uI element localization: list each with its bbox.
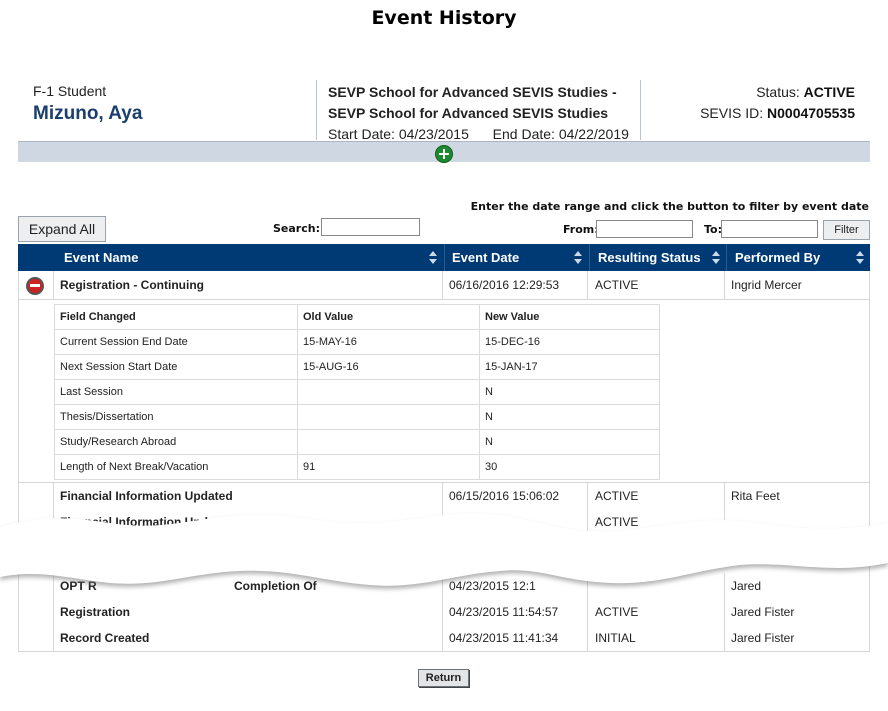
torn-page-break: [0, 513, 888, 589]
student-name: Mizuno, Aya: [33, 103, 143, 124]
to-label: To:: [704, 223, 722, 236]
table-row[interactable]: Record Created 04/23/2015 11:41:34 INITI…: [18, 625, 870, 652]
col-performed-by[interactable]: Performed By: [735, 244, 820, 271]
start-date: 04/23/2015: [398, 126, 469, 142]
to-date-input[interactable]: [721, 220, 818, 238]
school-info: SEVP School for Advanced SEVIS Studies -…: [328, 82, 629, 145]
field-change-row: Thesis/Dissertation N: [54, 404, 660, 430]
sevis-id-label: SEVIS ID:: [700, 105, 768, 121]
col-resulting-status[interactable]: Resulting Status: [598, 244, 701, 271]
field-name: Study/Research Abroad: [54, 429, 298, 455]
sort-arrows-icon[interactable]: [712, 251, 720, 265]
search-label: Search:: [273, 222, 320, 235]
event-date: 04/23/2015 11:41:34: [449, 631, 559, 645]
from-date-input[interactable]: [596, 220, 693, 238]
remove-circle-icon[interactable]: [26, 277, 44, 295]
field-name: Thesis/Dissertation: [54, 404, 298, 430]
col-event-date[interactable]: Event Date: [452, 244, 519, 271]
end-date-label: End Date:: [492, 126, 559, 142]
table-header: Event Name Event Date Resulting Status P…: [18, 244, 870, 271]
field-name: Current Session End Date: [54, 329, 298, 355]
sort-arrows-icon[interactable]: [429, 251, 437, 265]
col-field-changed: Field Changed: [54, 304, 298, 330]
new-value: 30: [479, 454, 660, 480]
field-changes-table: Field Changed Old Value New Value Curren…: [54, 304, 660, 480]
event-name: Registration - Continuing: [60, 278, 204, 292]
field-change-row: Next Session Start Date 15-AUG-16 15-JAN…: [54, 354, 660, 380]
event-date: 06/16/2016 12:29:53: [449, 278, 560, 292]
old-value: [297, 429, 480, 455]
performed-by: Jared Fister: [731, 631, 795, 645]
school-name-line1: SEVP School for Advanced SEVIS Studies -: [328, 84, 617, 100]
expand-all-button[interactable]: Expand All: [18, 216, 106, 242]
field-changes-header: Field Changed Old Value New Value: [54, 304, 660, 330]
old-value: 15-AUG-16: [297, 354, 480, 380]
from-label: From:: [563, 223, 599, 236]
new-value: 15-JAN-17: [479, 354, 660, 380]
status-label: Status:: [756, 84, 804, 100]
sevis-id-value: N0004705535: [767, 105, 855, 121]
col-new-value: New Value: [479, 304, 660, 330]
table-row-expanded[interactable]: Registration - Continuing 06/16/2016 12:…: [18, 271, 870, 300]
field-change-row: Length of Next Break/Vacation 91 30: [54, 454, 660, 480]
field-name: Last Session: [54, 379, 298, 405]
status-value: ACTIVE: [803, 84, 855, 100]
student-type: F-1 Student: [33, 83, 107, 99]
field-name: Next Session Start Date: [54, 354, 298, 380]
sort-arrows-icon[interactable]: [574, 251, 582, 265]
field-name: Length of Next Break/Vacation: [54, 454, 298, 480]
school-name-line2: SEVP School for Advanced SEVIS Studies: [328, 105, 609, 121]
search-input[interactable]: [321, 218, 420, 236]
field-change-row: Study/Research Abroad N: [54, 429, 660, 455]
field-change-row: Last Session N: [54, 379, 660, 405]
page-title: Event History: [371, 7, 517, 29]
performed-by: Ingrid Mercer: [731, 278, 802, 292]
resulting-status: INITIAL: [595, 631, 636, 645]
event-name: Record Created: [60, 631, 150, 645]
sort-arrows-icon[interactable]: [856, 251, 864, 265]
old-value: [297, 379, 480, 405]
return-button[interactable]: Return: [418, 669, 469, 687]
old-value: 91: [297, 454, 480, 480]
add-circle-icon[interactable]: [435, 145, 453, 163]
old-value: 15-MAY-16: [297, 329, 480, 355]
new-value: N: [479, 429, 660, 455]
new-value: 15-DEC-16: [479, 329, 660, 355]
filter-hint: Enter the date range and click the butto…: [470, 200, 869, 213]
col-old-value: Old Value: [297, 304, 480, 330]
field-change-row: Current Session End Date 15-MAY-16 15-DE…: [54, 329, 660, 355]
start-date-label: Start Date:: [328, 126, 399, 142]
end-date: 04/22/2019: [558, 126, 629, 142]
status-info: Status: ACTIVE SEVIS ID: N0004705535: [700, 82, 855, 124]
new-value: N: [479, 404, 660, 430]
new-value: N: [479, 379, 660, 405]
header-divider: [316, 80, 317, 140]
resulting-status: ACTIVE: [595, 278, 639, 292]
filter-button[interactable]: Filter: [823, 220, 870, 240]
old-value: [297, 404, 480, 430]
header-divider: [640, 80, 641, 140]
col-event-name[interactable]: Event Name: [64, 244, 138, 271]
